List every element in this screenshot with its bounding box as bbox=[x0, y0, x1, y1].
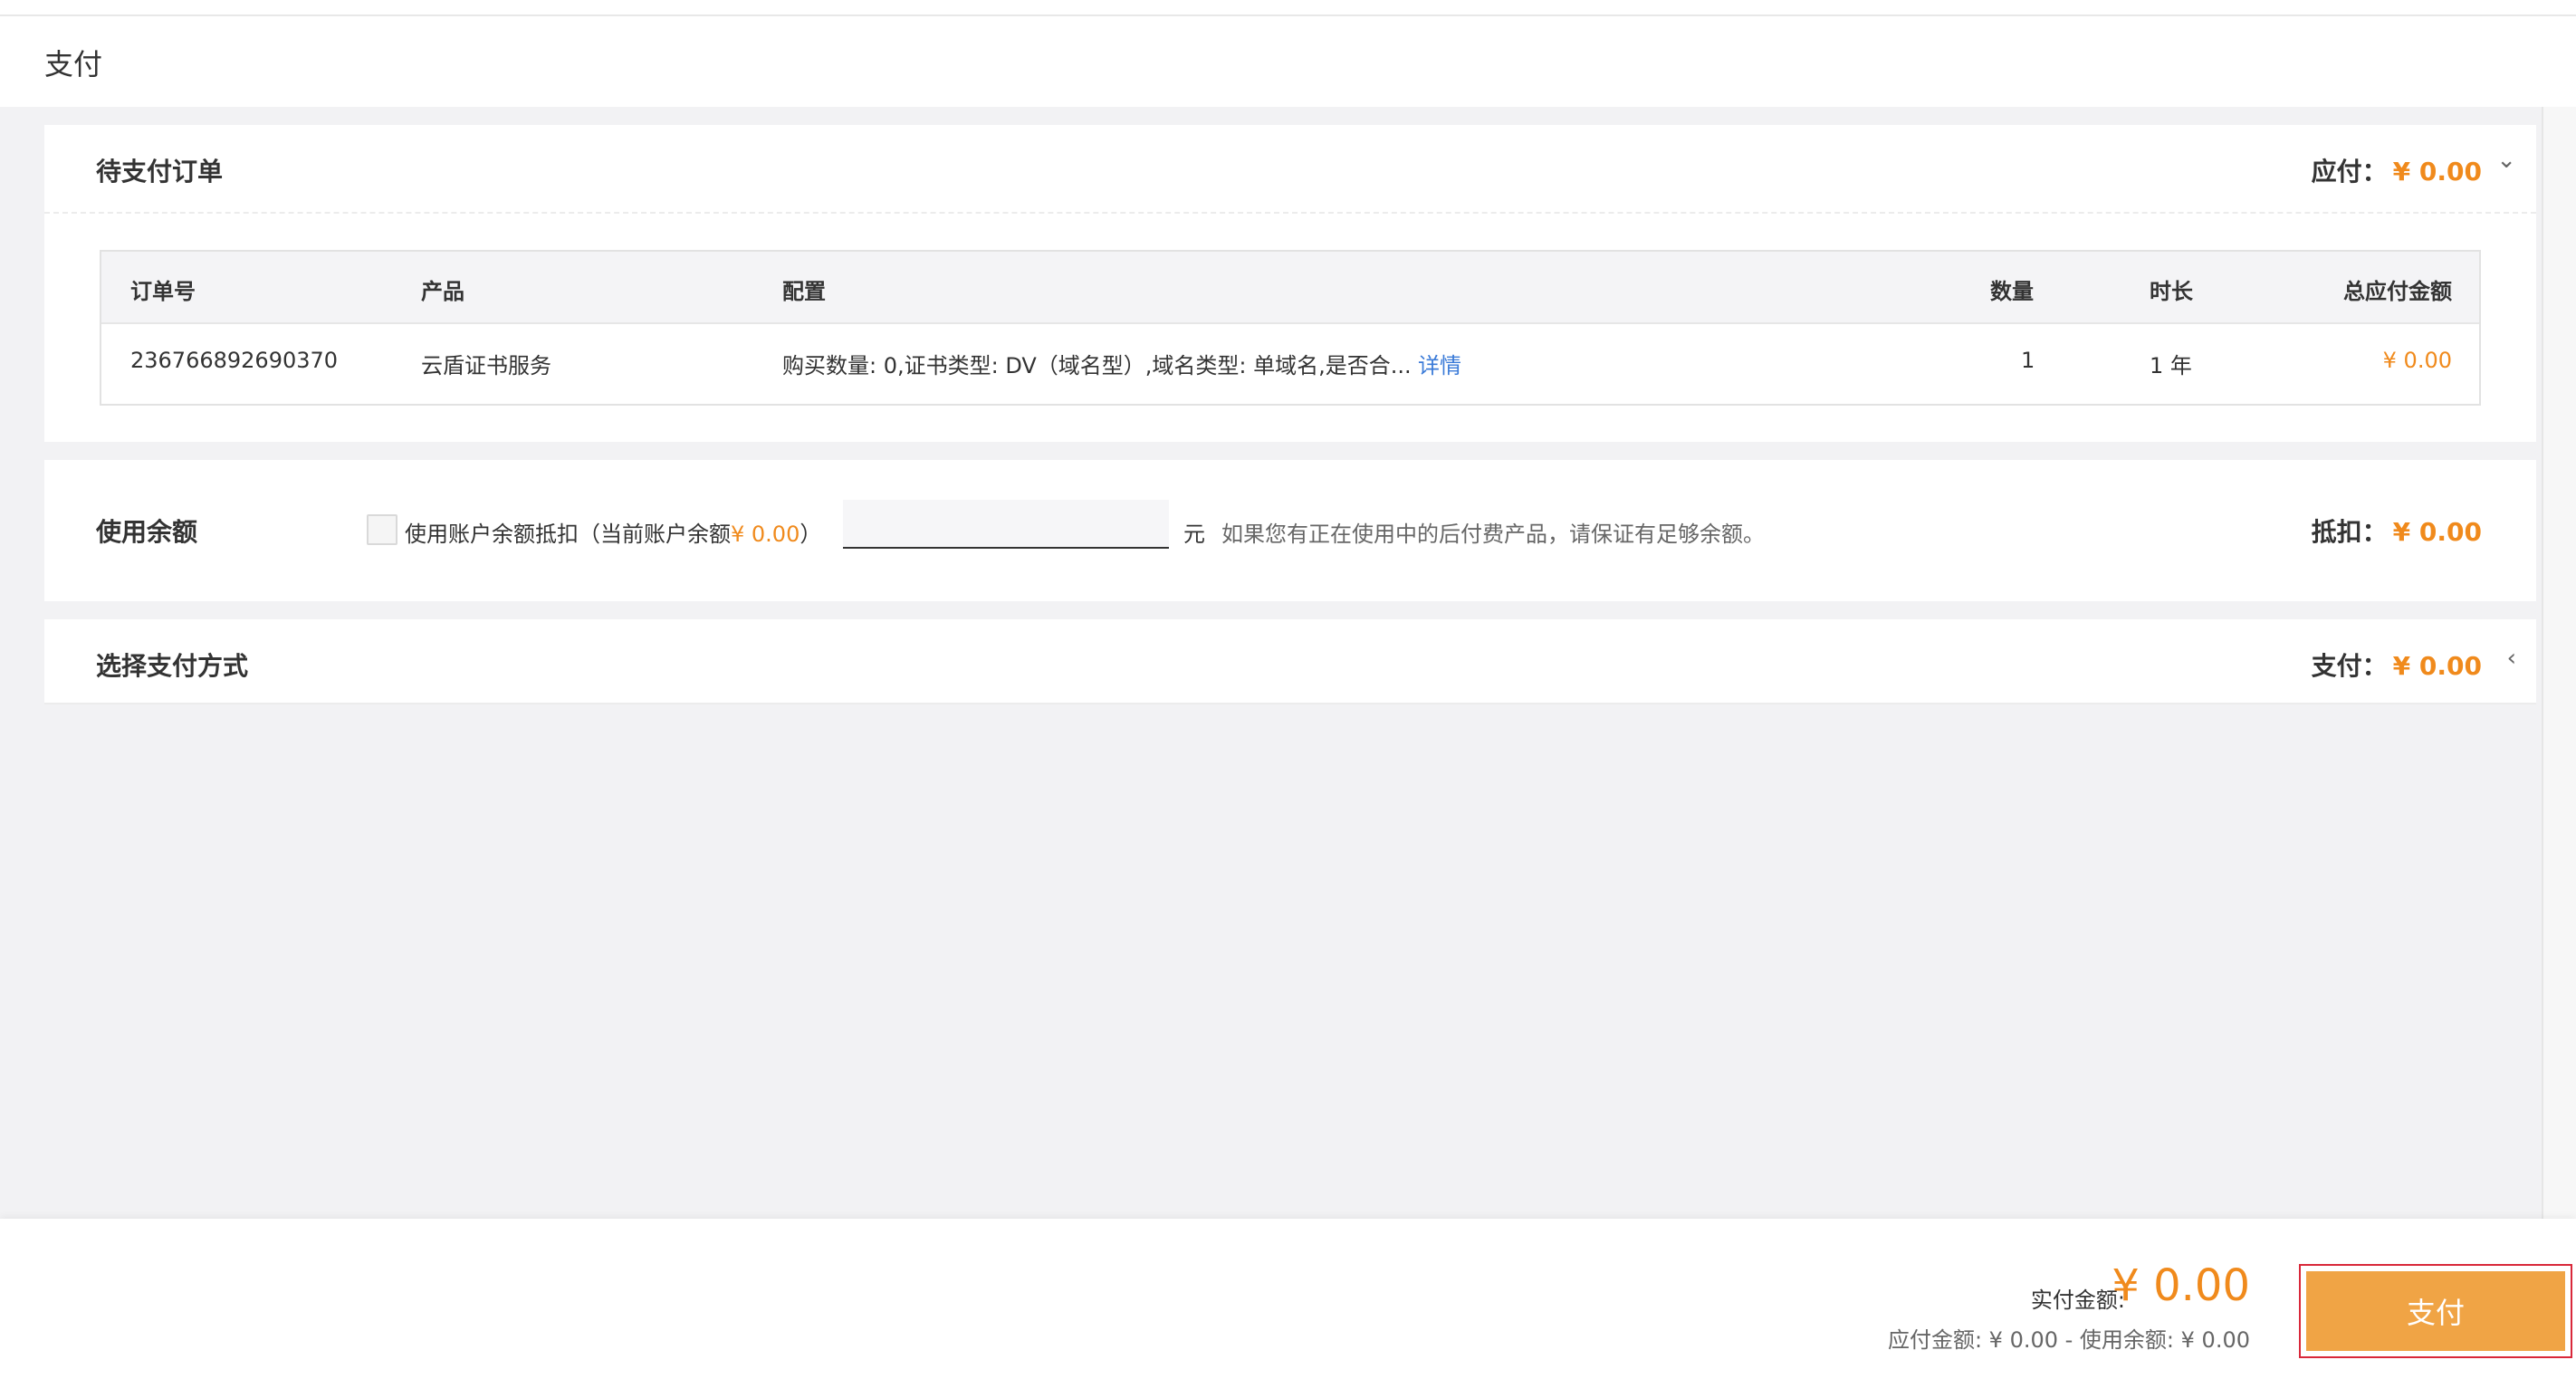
config-summary: 购买数量: 0,证书类型: DV（域名型）,域名类型: 单域名,是否合... bbox=[782, 353, 1412, 378]
col-duration: 时长 bbox=[2150, 279, 2193, 304]
detail-link[interactable]: 详情 bbox=[1418, 348, 1461, 379]
method-pay-value: ¥ 0.00 bbox=[2392, 651, 2482, 681]
total-value: ¥ 0.00 bbox=[2382, 348, 2452, 373]
amount-breakdown: 应付金额: ¥ 0.00 - 使用余额: ¥ 0.00 bbox=[1887, 1327, 2250, 1353]
page-title: 支付 bbox=[44, 47, 103, 81]
order-table-header: 订单号 产品 配置 数量 时长 总应付金额 bbox=[101, 252, 2479, 324]
col-total: 总应付金额 bbox=[2343, 279, 2452, 304]
method-pay-label: 支付： bbox=[2311, 651, 2388, 681]
deduct-label: 抵扣： bbox=[2311, 517, 2388, 547]
deduct-amount: 抵扣： ¥ 0.00 bbox=[2312, 512, 2482, 549]
balance-amount-input[interactable] bbox=[843, 500, 1169, 549]
duration-value: 1 年 bbox=[2150, 353, 2192, 378]
current-balance: ¥ 0.00 bbox=[731, 522, 800, 547]
chevron-down-icon[interactable]: ⌄ bbox=[2496, 147, 2516, 174]
col-quantity: 数量 bbox=[1990, 279, 2034, 304]
balance-notice: 如果您有正在使用中的后付费产品，请保证有足够余额。 bbox=[1221, 522, 1765, 547]
col-config: 配置 bbox=[782, 279, 826, 304]
payment-method-title: 选择支付方式 bbox=[96, 651, 249, 681]
pending-orders-title: 待支付订单 bbox=[96, 157, 224, 187]
product-name: 云盾证书服务 bbox=[421, 353, 551, 378]
top-divider bbox=[0, 0, 2576, 16]
payable-amount: 应付： ¥ 0.00 bbox=[2312, 152, 2482, 188]
method-pay-amount: 支付： ¥ 0.00 bbox=[2312, 646, 2482, 683]
use-balance-title: 使用余额 bbox=[96, 517, 198, 547]
col-order-no: 订单号 bbox=[130, 279, 196, 304]
payable-label: 应付： bbox=[2311, 157, 2388, 187]
chevron-left-icon[interactable]: ‹ bbox=[2507, 645, 2516, 672]
quantity-value: 1 bbox=[2021, 348, 2035, 373]
use-balance-label-suffix: ） bbox=[800, 522, 822, 547]
col-product: 产品 bbox=[421, 279, 464, 304]
currency-unit: 元 bbox=[1183, 522, 1205, 547]
pending-orders-card: 待支付订单 应付： ¥ 0.00 ⌄ 订单号 产品 配置 数量 时长 总应付金额 … bbox=[44, 125, 2536, 442]
order-no: 236766892690370 bbox=[130, 348, 339, 373]
payable-value: ¥ 0.00 bbox=[2392, 157, 2482, 187]
pending-orders-header[interactable]: 待支付订单 应付： ¥ 0.00 ⌄ bbox=[44, 125, 2536, 214]
payment-method-card[interactable]: 选择支付方式 支付： ¥ 0.00 ‹ bbox=[44, 619, 2536, 704]
pay-button-highlight: 支付 bbox=[2299, 1264, 2572, 1358]
actual-amount-value: ¥ 0.00 bbox=[2112, 1260, 2250, 1311]
use-balance-card: 使用余额 使用账户余额抵扣（当前账户余额¥ 0.00） 元 如果您有正在使用中的… bbox=[44, 460, 2536, 601]
page-header: 支付 bbox=[0, 16, 2576, 107]
scrollbar[interactable] bbox=[2542, 107, 2576, 1219]
use-balance-checkbox[interactable] bbox=[367, 514, 397, 545]
payment-page: 支付 待支付订单 应付： ¥ 0.00 ⌄ 订单号 产品 配置 数量 时长 总应付… bbox=[0, 0, 2576, 1398]
content-area: 待支付订单 应付： ¥ 0.00 ⌄ 订单号 产品 配置 数量 时长 总应付金额 … bbox=[0, 107, 2576, 1219]
order-table: 订单号 产品 配置 数量 时长 总应付金额 236766892690370 云盾… bbox=[100, 250, 2481, 406]
pay-button[interactable]: 支付 bbox=[2306, 1271, 2565, 1351]
checkout-footer: 实付金额: ¥ 0.00 应付金额: ¥ 0.00 - 使用余额: ¥ 0.00… bbox=[0, 1219, 2576, 1398]
use-balance-label-prefix: 使用账户余额抵扣（当前账户余额 bbox=[405, 522, 731, 547]
use-balance-label[interactable]: 使用账户余额抵扣（当前账户余额¥ 0.00） bbox=[405, 516, 821, 548]
deduct-value: ¥ 0.00 bbox=[2392, 517, 2482, 547]
